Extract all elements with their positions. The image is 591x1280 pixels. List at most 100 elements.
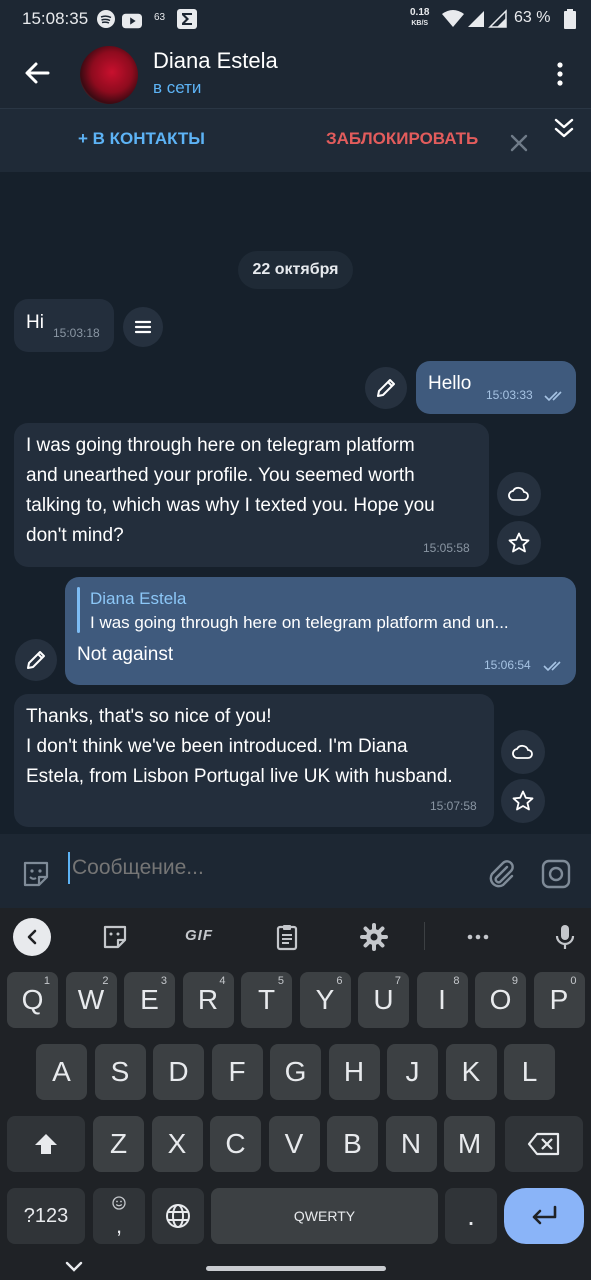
space-key[interactable]: QWERTY — [211, 1188, 438, 1244]
edit-message-button[interactable] — [15, 639, 57, 681]
key-z[interactable]: Z — [93, 1116, 144, 1172]
microphone-icon[interactable] — [550, 922, 580, 952]
chevron-left-icon — [27, 929, 37, 945]
key-c[interactable]: C — [210, 1116, 261, 1172]
period-key[interactable]: . — [445, 1188, 497, 1244]
keyboard-sticker-icon[interactable] — [100, 922, 130, 952]
key-hint: 7 — [394, 975, 401, 987]
save-to-cloud-button[interactable] — [497, 472, 541, 516]
key-g[interactable]: G — [270, 1044, 321, 1100]
key-e[interactable]: E3 — [124, 972, 175, 1028]
clipboard-icon[interactable] — [272, 922, 302, 952]
shift-key[interactable] — [7, 1116, 85, 1172]
reply-text: I was going through here on telegram pla… — [90, 613, 509, 632]
key-s[interactable]: S — [94, 1044, 146, 1100]
message-time: 15:03:33 — [486, 388, 533, 402]
camera-icon[interactable] — [540, 858, 572, 890]
message-text: Thanks, that's so nice of you! I don't t… — [26, 706, 453, 787]
message-composer — [0, 834, 591, 908]
key-p[interactable]: P0 — [533, 972, 585, 1028]
key-hint: 0 — [570, 975, 577, 987]
contact-action-bar: + В КОНТАКТЫ ЗАБЛОКИРОВАТЬ — [0, 108, 591, 172]
key-q[interactable]: Q1 — [7, 972, 58, 1028]
gif-button[interactable]: GIF — [185, 927, 213, 944]
edit-message-button[interactable] — [365, 367, 407, 409]
spotify-icon — [97, 10, 115, 28]
add-contact-button[interactable]: + В КОНТАКТЫ — [78, 129, 205, 149]
block-button[interactable]: ЗАБЛОКИРОВАТЬ — [326, 129, 478, 149]
message-input[interactable] — [68, 852, 458, 884]
language-key[interactable] — [152, 1188, 204, 1244]
notification-count: 63 — [154, 12, 166, 23]
favorite-button[interactable] — [501, 779, 545, 823]
key-j[interactable]: J — [387, 1044, 438, 1100]
emoji-comma-key[interactable]: , — [93, 1188, 145, 1244]
more-options-icon[interactable] — [463, 922, 493, 952]
more-menu-icon[interactable] — [548, 60, 572, 88]
signal-icon-2 — [488, 9, 507, 28]
key-y[interactable]: Y6 — [299, 972, 351, 1028]
star-icon — [508, 532, 530, 553]
key-t[interactable]: T5 — [241, 972, 292, 1028]
message-bubble-outgoing[interactable]: Diana Estela I was going through here on… — [65, 577, 576, 685]
key-l[interactable]: L — [504, 1044, 555, 1100]
enter-arrow-icon — [532, 1205, 557, 1225]
key-n[interactable]: N — [385, 1116, 437, 1172]
message-bubble-incoming[interactable]: Hi 15:03:18 — [14, 299, 114, 352]
sticker-icon[interactable] — [20, 858, 52, 890]
key-f[interactable]: F — [211, 1044, 263, 1100]
status-time: 15:08:35 — [22, 9, 89, 28]
back-arrow-icon[interactable] — [22, 58, 52, 88]
double-check-icon — [544, 391, 562, 402]
key-u[interactable]: U7 — [358, 972, 409, 1028]
key-d[interactable]: D — [153, 1044, 204, 1100]
key-x[interactable]: X — [151, 1116, 203, 1172]
key-v[interactable]: V — [268, 1116, 320, 1172]
message-bubble-incoming[interactable]: I was going through here on telegram pla… — [14, 423, 489, 567]
key-a[interactable]: A — [36, 1044, 87, 1100]
favorite-button[interactable] — [497, 521, 541, 565]
message-menu-button[interactable] — [123, 307, 163, 347]
sigma-icon — [177, 9, 197, 29]
home-gesture-bar[interactable] — [206, 1266, 386, 1271]
avatar[interactable] — [80, 46, 138, 104]
settings-gear-icon[interactable] — [359, 922, 389, 952]
key-hint: 5 — [277, 975, 284, 987]
key-m[interactable]: M — [444, 1116, 495, 1172]
close-icon[interactable] — [509, 133, 529, 153]
globe-icon — [166, 1204, 190, 1228]
key-w[interactable]: W2 — [65, 972, 117, 1028]
hide-keyboard-chevron-icon[interactable] — [64, 1260, 84, 1274]
status-bar: 15:08:35 63 0.18 KB/S 63 % — [0, 0, 591, 38]
key-r[interactable]: R4 — [182, 972, 234, 1028]
backspace-key[interactable] — [505, 1116, 583, 1172]
symbols-key[interactable]: ?123 — [7, 1188, 85, 1244]
reply-author: Diana Estela — [90, 589, 187, 608]
key-hint: 1 — [43, 975, 50, 987]
message-bubble-outgoing[interactable]: Hello 15:03:33 — [416, 361, 576, 414]
key-k[interactable]: K — [445, 1044, 497, 1100]
save-to-cloud-button[interactable] — [501, 730, 545, 774]
message-text: Not against — [77, 644, 174, 665]
message-time: 15:05:58 — [423, 541, 470, 555]
message-bubble-incoming[interactable]: Thanks, that's so nice of you! I don't t… — [14, 694, 494, 827]
double-check-icon — [543, 661, 561, 672]
double-chevron-down-icon[interactable] — [553, 117, 575, 141]
key-hint: 6 — [336, 975, 343, 987]
reply-quote-bar — [77, 587, 80, 633]
key-h[interactable]: H — [328, 1044, 380, 1100]
contact-name[interactable]: Diana Estela — [153, 48, 278, 74]
battery-icon — [564, 9, 576, 29]
message-time: 15:06:54 — [484, 658, 531, 672]
key-o[interactable]: O9 — [475, 972, 526, 1028]
contact-status: в сети — [153, 78, 202, 97]
battery-percent: 63 % — [514, 9, 551, 26]
key-i[interactable]: I8 — [416, 972, 468, 1028]
paperclip-icon[interactable] — [486, 858, 516, 890]
star-icon — [512, 790, 534, 811]
keyboard-collapse-button[interactable] — [13, 918, 51, 956]
enter-key[interactable] — [504, 1188, 584, 1244]
key-b[interactable]: B — [327, 1116, 378, 1172]
soft-keyboard: GIF Q1W2E3R4T5Y6U7I8O9P0 ASDFGHJKL ZXCVB… — [0, 908, 591, 1280]
key-hint: 9 — [511, 975, 518, 987]
